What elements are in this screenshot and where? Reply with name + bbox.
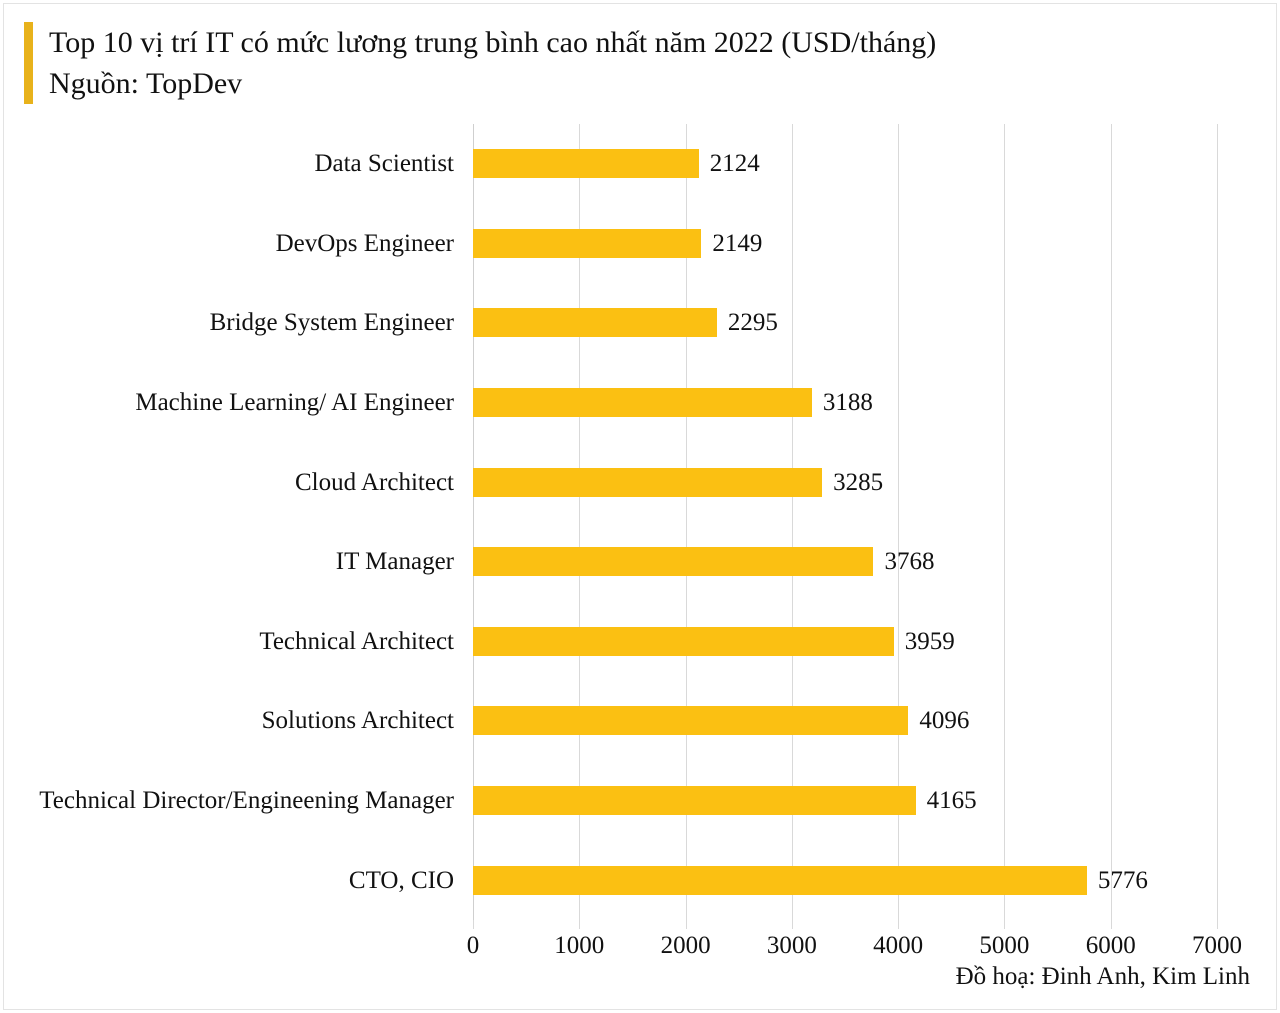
bar-row: Solutions Architect 4096 — [262, 681, 1217, 761]
x-tick-label: 6000 — [1085, 932, 1136, 959]
bar-value-label: 3188 — [822, 389, 873, 417]
plot-area: Data Scientist 2124 DevOps Engineer 2149 Bri… — [39, 124, 1218, 920]
bar-value-label: 2124 — [709, 150, 760, 178]
bar-rows: Data Scientist 2124 DevOps Engineer 2149 Bri… — [39, 124, 1217, 920]
category-label: Solutions Architect — [261, 707, 454, 735]
chart-title-block: Top 10 vị trí IT có mức lương trung bình… — [24, 22, 936, 104]
x-axis: 0 1000 2000 3000 4000 5000 6000 7000 — [467, 920, 1242, 960]
x-tick-mark — [791, 920, 793, 929]
x-tick-label: 5000 — [979, 932, 1030, 959]
bar-value-label: 4096 — [919, 707, 970, 735]
category-label: CTO, CIO — [348, 866, 454, 894]
bar-value-label: 2295 — [727, 309, 778, 337]
chart-title: Top 10 vị trí IT có mức lương trung bình… — [49, 26, 937, 59]
bar — [473, 626, 894, 656]
bar-row: DevOps Engineer 2149 — [276, 204, 1217, 284]
bar-value-label: 4165 — [926, 787, 977, 815]
bar-value-label: 3768 — [884, 548, 935, 576]
category-label: Bridge System Engineer — [209, 309, 454, 337]
bar-row: CTO, CIO 5776 — [349, 840, 1217, 920]
bar-row: Technical Architect 3959 — [259, 602, 1217, 682]
x-tick-label: 3000 — [766, 932, 817, 959]
x-tick-label: 0 — [466, 932, 480, 959]
bar-row: Cloud Architect 3285 — [295, 442, 1217, 522]
x-tick-label: 4000 — [873, 932, 924, 959]
bar — [473, 786, 916, 816]
bar — [473, 308, 717, 338]
x-tick-mark — [1004, 920, 1006, 929]
bar-row: Data Scientist 2124 — [314, 124, 1217, 204]
bar — [473, 467, 823, 497]
bar-value-label: 5776 — [1097, 866, 1148, 894]
bar-row: Bridge System Engineer 2295 — [210, 283, 1217, 363]
x-tick-mark — [1110, 920, 1112, 929]
bar — [473, 547, 874, 577]
category-label: DevOps Engineer — [275, 229, 454, 257]
category-label: Data Scientist — [314, 150, 454, 178]
x-tick-mark — [579, 920, 581, 929]
bar — [473, 388, 812, 418]
bar-value-label: 2149 — [712, 229, 763, 257]
bar — [473, 149, 699, 179]
x-tick-mark — [1217, 920, 1218, 929]
category-label: Technical Architect — [259, 627, 454, 655]
category-label: Machine Learning/ AI Engineer — [135, 389, 454, 417]
credit-text: Đồ hoạ: Đinh Anh, Kim Linh — [955, 963, 1250, 990]
bar — [473, 865, 1087, 895]
x-tick-mark — [685, 920, 687, 929]
x-tick-label: 2000 — [660, 932, 711, 959]
title-lines: Top 10 vị trí IT có mức lương trung bình… — [49, 22, 936, 104]
bar-row: Technical Director/Engineening Manager 41… — [39, 761, 1217, 841]
bar — [473, 228, 702, 258]
chart-screenshot: Top 10 vị trí IT có mức lương trung bình… — [0, 0, 1280, 1013]
gridline-7000 — [1217, 124, 1218, 920]
title-accent-bar — [24, 22, 33, 104]
category-label: IT Manager — [335, 548, 454, 576]
bar-value-label: 3285 — [833, 468, 884, 496]
bar — [473, 706, 909, 736]
x-tick-mark — [473, 920, 474, 929]
x-tick-mark — [898, 920, 900, 929]
category-label: Technical Director/Engineening Manager — [39, 787, 454, 815]
chart-source: Nguồn: TopDev — [49, 67, 243, 100]
bar-row: IT Manager 3768 — [336, 522, 1217, 602]
x-tick-label: 7000 — [1192, 932, 1242, 959]
bar-row: Machine Learning/ AI Engineer 3188 — [135, 363, 1217, 443]
x-tick-label: 1000 — [554, 932, 605, 959]
bar-value-label: 3959 — [904, 627, 955, 655]
category-label: Cloud Architect — [295, 468, 454, 496]
